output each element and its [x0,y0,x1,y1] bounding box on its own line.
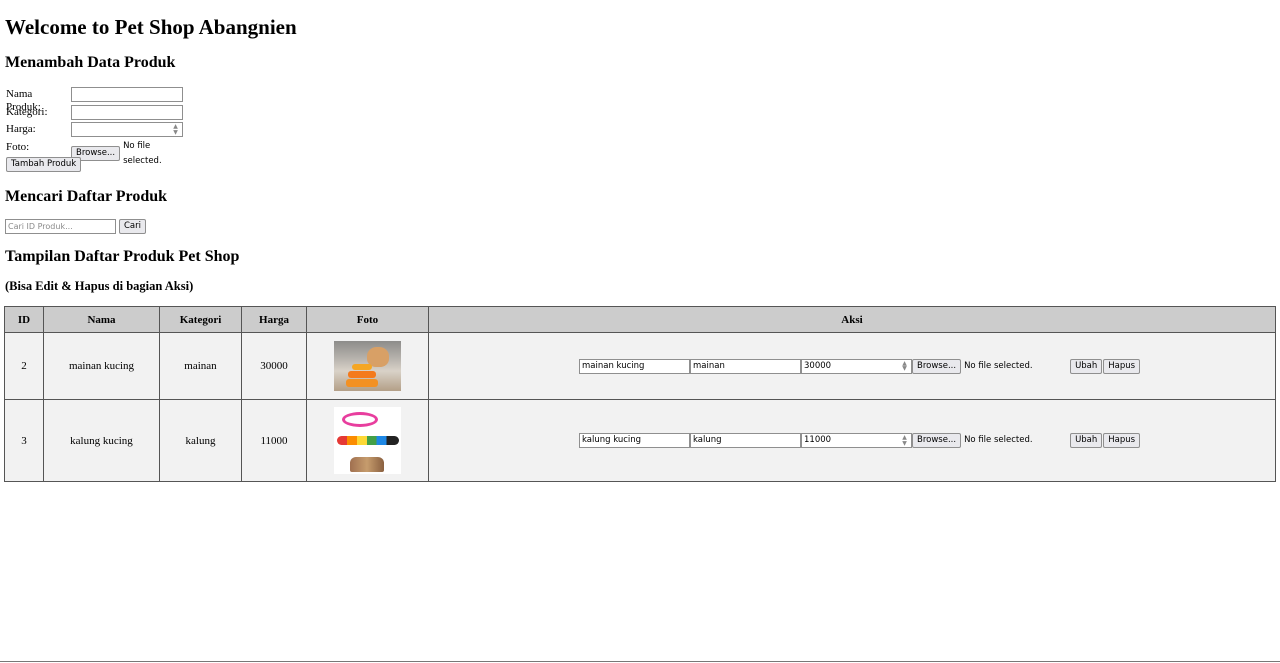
col-action: Aksi [428,306,1276,333]
row-category: kalung [159,399,242,482]
spinner-icon[interactable]: ▲ ▼ [171,124,180,136]
name-input[interactable] [71,87,183,102]
edit-price-value: 30000 [804,360,832,371]
category-input[interactable] [71,104,183,120]
window-bottom-border [0,661,1280,662]
cat-toy-photo [334,341,401,391]
edit-price-input[interactable]: 11000 ▲ ▼ [801,433,912,448]
row-action: mainan kucing mainan 30000 ▲ ▼ Browse... … [428,332,1276,400]
price-label: Harga: [6,123,36,135]
row-price: 11000 [241,399,307,482]
edit-price-value: 11000 [804,435,832,445]
category-label: Kategori: [6,105,48,118]
row-id: 3 [4,399,44,482]
edit-category-input[interactable]: mainan [690,358,801,374]
edit-price-input[interactable]: 30000 ▲ ▼ [801,358,912,374]
edit-browse-button[interactable]: Browse... [912,358,962,374]
delete-button[interactable]: Hapus [1103,433,1141,448]
search-input[interactable]: Cari ID Produk... [5,219,116,234]
price-input[interactable]: ▲ ▼ [71,122,183,137]
col-name: Nama [43,306,160,333]
row-name: mainan kucing [43,332,160,400]
add-product-heading: Menambah Data Produk [5,54,176,71]
product-list-note: (Bisa Edit & Hapus di bagian Aksi) [5,279,194,293]
col-category: Kategori [159,306,242,333]
edit-no-file-text: No file selected. [964,360,1033,371]
row-photo [306,399,429,482]
add-product-button[interactable]: Tambah Produk [6,157,82,172]
edit-browse-button[interactable]: Browse... [912,433,962,448]
row-name: kalung kucing [43,399,160,482]
delete-button[interactable]: Hapus [1103,358,1141,374]
page: Welcome to Pet Shop Abangnien Menambah D… [0,0,1280,663]
row-id: 2 [4,332,44,400]
spinner-icon[interactable]: ▲ ▼ [900,435,909,447]
page-title: Welcome to Pet Shop Abangnien [5,15,297,39]
edit-no-file-text: No file selected. [964,435,1033,445]
table-row: 2 mainan kucing mainan 30000 mainan kuci… [4,332,1276,400]
search-button[interactable]: Cari [119,219,146,234]
update-button[interactable]: Ubah [1070,433,1103,448]
search-bar: Cari ID Produk... Cari [5,219,146,234]
edit-name-input[interactable]: kalung kucing [579,433,690,448]
row-photo [306,332,429,400]
col-price: Harga [241,306,307,333]
product-list-heading: Tampilan Daftar Produk Pet Shop [5,248,240,265]
table-header-row: ID Nama Kategori Harga Foto Aksi [4,306,1276,333]
search-heading: Mencari Daftar Produk [5,188,168,205]
product-table: ID Nama Kategori Harga Foto Aksi 2 maina… [4,306,1276,482]
no-file-text: No file selected. [123,140,162,166]
edit-category-input[interactable]: kalung [690,433,801,448]
cat-collar-photo [334,407,401,474]
edit-name-input[interactable]: mainan kucing [579,358,690,374]
row-category: mainan [159,332,242,400]
col-photo: Foto [306,306,429,333]
table-row: 3 kalung kucing kalung 11000 kalung kuci… [4,399,1276,482]
spinner-icon[interactable]: ▲ ▼ [900,360,909,372]
col-id: ID [4,306,44,333]
update-button[interactable]: Ubah [1070,358,1103,374]
photo-label: Foto: [6,140,30,153]
row-action: kalung kucing kalung 11000 ▲ ▼ Browse... … [428,399,1276,482]
row-price: 30000 [241,332,307,400]
